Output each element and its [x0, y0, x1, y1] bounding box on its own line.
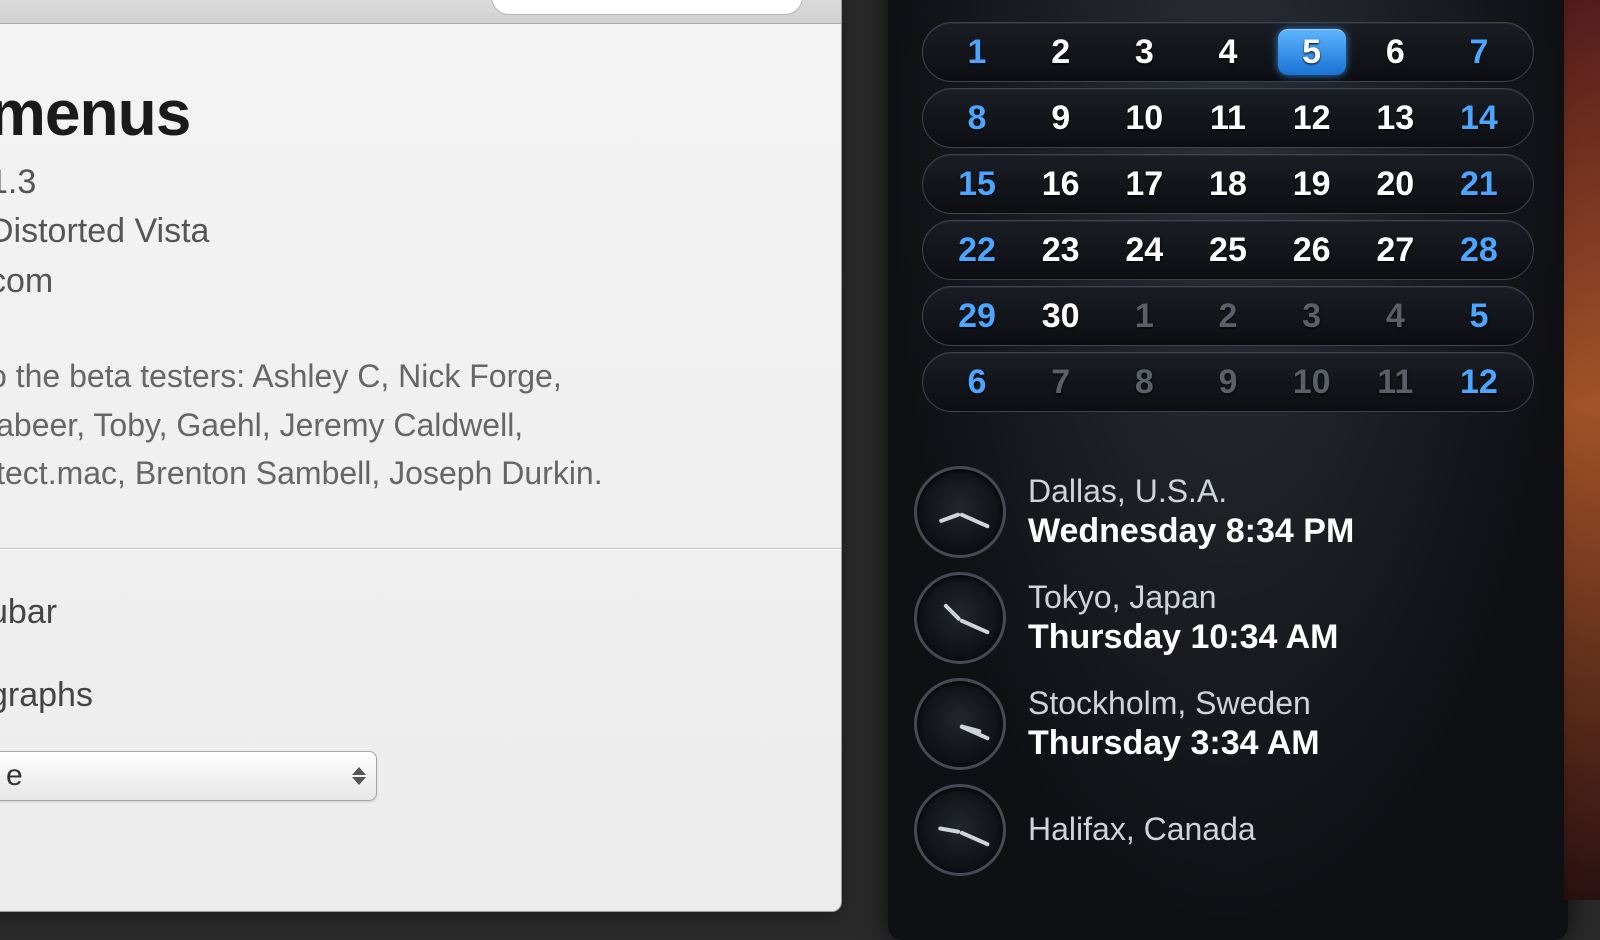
- calendar-day[interactable]: 24: [1106, 231, 1182, 270]
- toolbar: [0, 0, 841, 24]
- weekday-label: S: [1479, 0, 1499, 4]
- calendar-day[interactable]: 3: [1274, 297, 1350, 336]
- calendar-day-today[interactable]: 5: [1274, 29, 1350, 75]
- calendar-day[interactable]: 11: [1357, 363, 1433, 402]
- calendar-day[interactable]: 15: [939, 165, 1015, 204]
- clock-face-icon: [914, 678, 1006, 770]
- clock-city-label: Tokyo, Japan: [1028, 579, 1339, 616]
- calendar-day[interactable]: 20: [1357, 165, 1433, 204]
- calendar-day[interactable]: 19: [1274, 165, 1350, 204]
- calendar-day[interactable]: 9: [1190, 363, 1266, 402]
- calendar-day[interactable]: 10: [1274, 363, 1350, 402]
- site-label: com: [0, 257, 813, 306]
- calendar-week-row: 891011121314: [922, 88, 1534, 148]
- calendar-week-row: 22232425262728: [922, 220, 1534, 280]
- weekday-label: F: [1395, 0, 1413, 4]
- clock-time-label: Thursday 3:34 AM: [1028, 724, 1320, 763]
- author-label: Distorted Vista: [0, 207, 813, 256]
- calendar-day[interactable]: 14: [1441, 99, 1517, 138]
- clock-face-icon: [914, 572, 1006, 664]
- calendar-day[interactable]: 1: [1106, 297, 1182, 336]
- calendar-day[interactable]: 25: [1190, 231, 1266, 270]
- thanks-line: labeer, Toby, Gaehl, Jeremy Caldwell,: [0, 401, 813, 450]
- clock-city-label: Stockholm, Sweden: [1028, 685, 1320, 722]
- clock-item[interactable]: Halifax, Canada: [914, 784, 1542, 876]
- updown-stepper-icon: [352, 767, 366, 785]
- sidebar-widget: SMTWTFS 12345678910111213141516171819202…: [888, 0, 1568, 940]
- calendar-day[interactable]: 4: [1357, 297, 1433, 336]
- calendar-day[interactable]: 8: [1106, 363, 1182, 402]
- option-label: graphs: [0, 676, 813, 715]
- popup-menu[interactable]: e: [0, 751, 377, 801]
- calendar-day[interactable]: 23: [1023, 231, 1099, 270]
- calendar-day[interactable]: 17: [1106, 165, 1182, 204]
- calendar-day[interactable]: 8: [939, 99, 1015, 138]
- calendar-week-row: 15161718192021: [922, 154, 1534, 214]
- calendar-day[interactable]: 2: [1190, 297, 1266, 336]
- calendar-day[interactable]: 2: [1023, 33, 1099, 72]
- thanks-line: o the beta testers: Ashley C, Nick Forge…: [0, 352, 813, 401]
- clock-item[interactable]: Dallas, U.S.A.Wednesday 8:34 PM: [914, 466, 1542, 558]
- calendar-grid: 1234567891011121314151617181920212223242…: [888, 10, 1568, 432]
- calendar-week-row: 1234567: [922, 22, 1534, 82]
- world-clocks: Dallas, U.S.A.Wednesday 8:34 PM Tokyo, Ja…: [888, 432, 1568, 876]
- calendar-day[interactable]: 7: [1023, 363, 1099, 402]
- calendar-day[interactable]: 28: [1441, 231, 1517, 270]
- calendar-day[interactable]: 6: [1357, 33, 1433, 72]
- calendar-week-row: 293012345: [922, 286, 1534, 346]
- calendar-day[interactable]: 26: [1274, 231, 1350, 270]
- clock-face-icon: [914, 784, 1006, 876]
- divider: [0, 548, 841, 549]
- calendar-day[interactable]: 29: [939, 297, 1015, 336]
- popup-value: e: [6, 759, 23, 793]
- calendar-day[interactable]: 3: [1106, 33, 1182, 72]
- thanks-line: itect.mac, Brenton Sambell, Joseph Durki…: [0, 449, 813, 498]
- calendar-day[interactable]: 12: [1441, 363, 1517, 402]
- desktop-edge-decoration: [1564, 0, 1600, 900]
- weekday-label: M: [1043, 0, 1068, 4]
- calendar-day[interactable]: 27: [1357, 231, 1433, 270]
- clock-city-label: Halifax, Canada: [1028, 811, 1256, 848]
- weekday-label: T: [1311, 0, 1329, 4]
- calendar-day[interactable]: 5: [1441, 297, 1517, 336]
- calendar-day[interactable]: 7: [1441, 33, 1517, 72]
- calendar-day[interactable]: 11: [1190, 99, 1266, 138]
- calendar-day[interactable]: 12: [1274, 99, 1350, 138]
- calendar-day[interactable]: 10: [1106, 99, 1182, 138]
- clock-city-label: Dallas, U.S.A.: [1028, 473, 1354, 510]
- weekday-label: W: [1217, 0, 1245, 4]
- weekday-label: T: [1133, 0, 1151, 4]
- calendar-day[interactable]: 6: [939, 363, 1015, 402]
- calendar-day[interactable]: 9: [1023, 99, 1099, 138]
- app-title: menus: [0, 76, 813, 150]
- calendar-day[interactable]: 4: [1190, 33, 1266, 72]
- calendar-day[interactable]: 13: [1357, 99, 1433, 138]
- option-label: ubar: [0, 593, 813, 632]
- clock-item[interactable]: Stockholm, SwedenThursday 3:34 AM: [914, 678, 1542, 770]
- clock-item[interactable]: Tokyo, JapanThursday 10:34 AM: [914, 572, 1542, 664]
- calendar-day[interactable]: 1: [939, 33, 1015, 72]
- calendar-day[interactable]: 16: [1023, 165, 1099, 204]
- weekday-label: S: [957, 0, 977, 4]
- calendar-week-row: 6789101112: [922, 352, 1534, 412]
- clock-face-icon: [914, 466, 1006, 558]
- thanks-block: o the beta testers: Ashley C, Nick Forge…: [0, 352, 813, 498]
- version-label: 1.3: [0, 158, 813, 207]
- calendar-day[interactable]: 21: [1441, 165, 1517, 204]
- calendar-day[interactable]: 18: [1190, 165, 1266, 204]
- calendar-day[interactable]: 22: [939, 231, 1015, 270]
- clock-time-label: Wednesday 8:34 PM: [1028, 512, 1354, 551]
- search-input[interactable]: [491, 0, 803, 15]
- clock-time-label: Thursday 10:34 AM: [1028, 618, 1339, 657]
- calendar-day[interactable]: 30: [1023, 297, 1099, 336]
- calendar-weekday-header: SMTWTFS: [888, 0, 1568, 10]
- preferences-window: menus 1.3 Distorted Vista com o the beta…: [0, 0, 842, 912]
